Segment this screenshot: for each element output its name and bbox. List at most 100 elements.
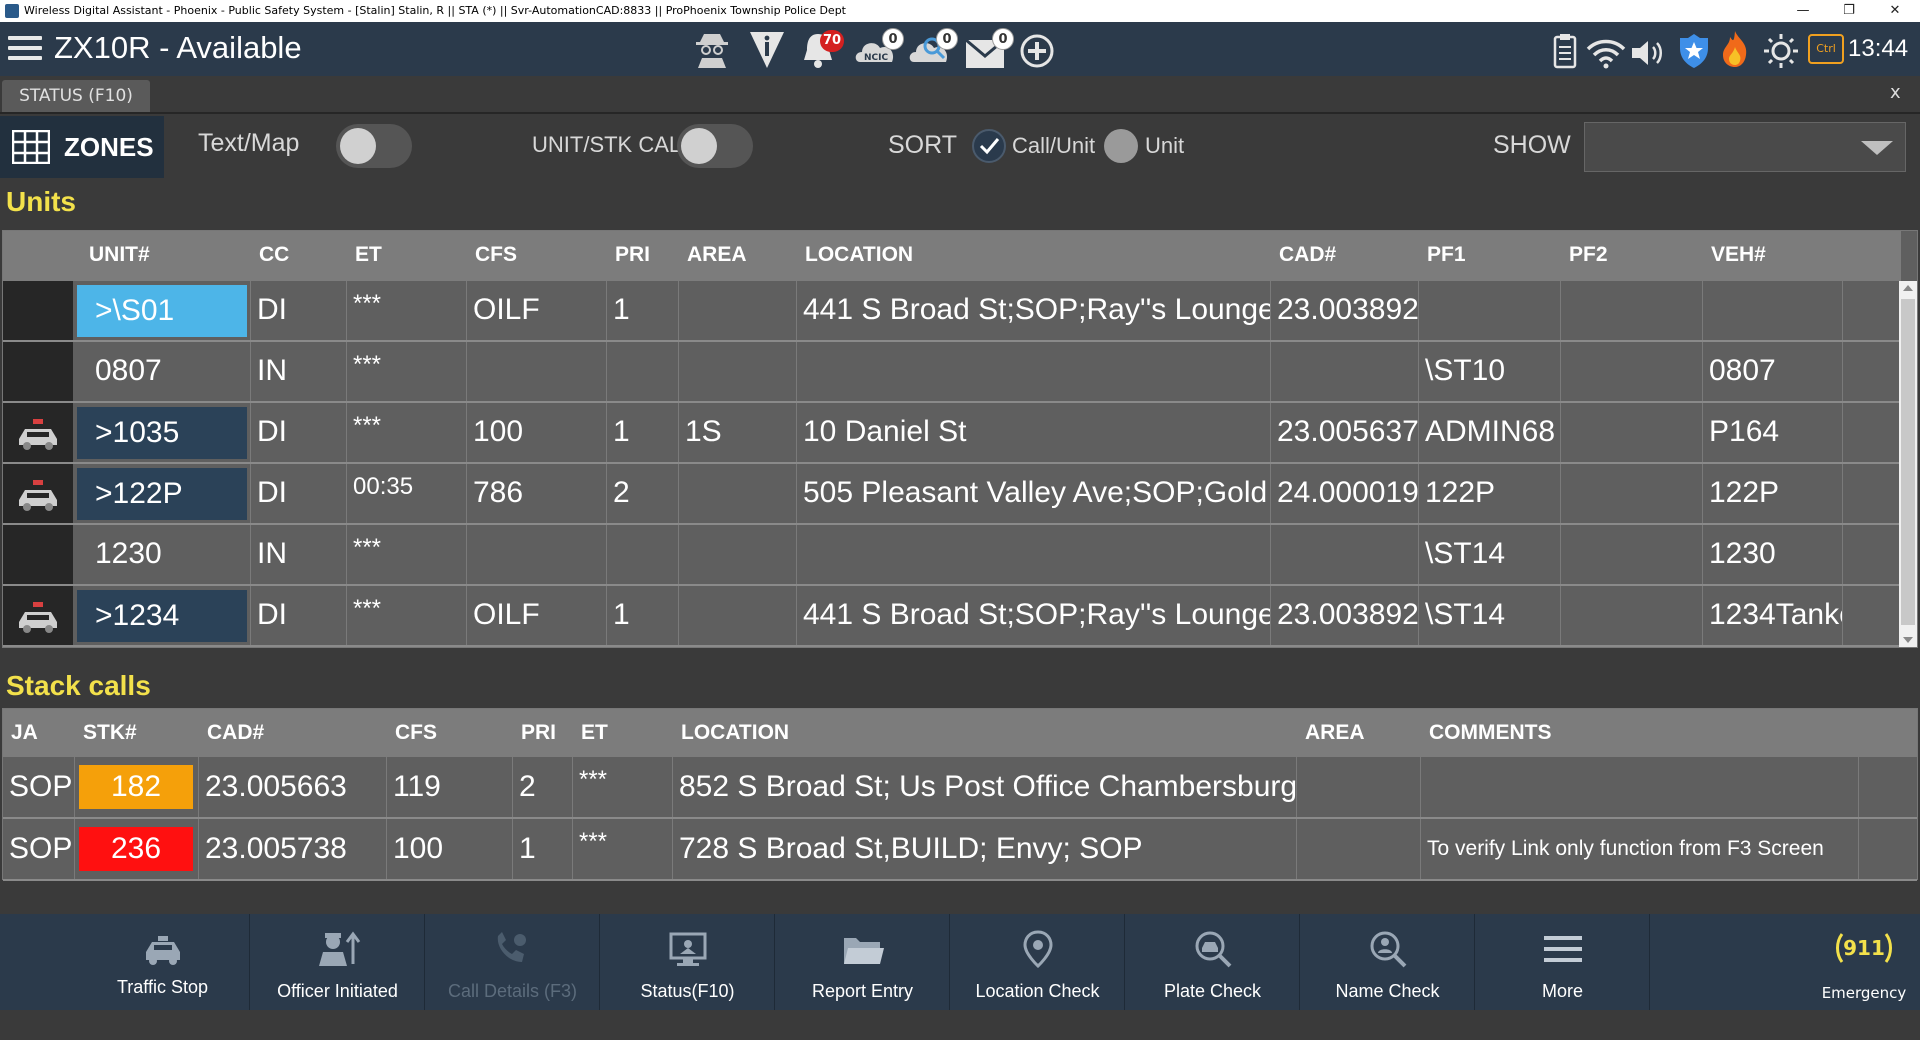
- investigator-icon[interactable]: [692, 28, 732, 70]
- messages[interactable]: 0: [962, 28, 1014, 72]
- stack-col-cad[interactable]: CAD#: [199, 709, 387, 757]
- unit-stk-call-toggle[interactable]: [677, 124, 753, 168]
- info-triangle-icon[interactable]: [746, 28, 788, 70]
- zones-button[interactable]: ZONES: [0, 116, 164, 178]
- clipboard-icon[interactable]: [1552, 30, 1578, 72]
- police-badge-icon[interactable]: [1676, 30, 1712, 72]
- et-cell: ***: [347, 525, 467, 584]
- unit-row[interactable]: >122P DI 00:35 786 2 505 Pleasant Valley Ave;…: [3, 464, 1899, 525]
- units-col-pf2[interactable]: PF2: [1561, 231, 1703, 281]
- stack-col-location[interactable]: LOCATION: [673, 709, 1297, 757]
- traffic-stop-button[interactable]: Traffic Stop: [76, 914, 250, 1010]
- brightness-icon[interactable]: [1762, 30, 1800, 72]
- units-col-cad[interactable]: CAD#: [1271, 231, 1419, 281]
- scroll-down-icon[interactable]: [1903, 637, 1913, 643]
- stack-col-ja[interactable]: JA: [3, 709, 75, 757]
- fire-icon[interactable]: [1718, 28, 1752, 70]
- person-search-icon: [1370, 931, 1406, 968]
- stack-col-cfs[interactable]: CFS: [387, 709, 513, 757]
- pri-cell: 2: [607, 464, 679, 523]
- plate-check-button[interactable]: Plate Check: [1126, 914, 1300, 1010]
- name-check-button[interactable]: Name Check: [1301, 914, 1475, 1010]
- units-col-pf1[interactable]: PF1: [1419, 231, 1561, 281]
- unit-cell[interactable]: >\S01: [75, 281, 251, 340]
- stack-number-badge[interactable]: 236: [79, 827, 193, 871]
- location-pin-icon: [1022, 930, 1053, 969]
- scroll-thumb[interactable]: [1901, 299, 1915, 625]
- close-window-button[interactable]: ✕: [1872, 0, 1918, 22]
- pri-cell: 1: [513, 819, 573, 879]
- et-cell: ***: [347, 342, 467, 401]
- restore-button[interactable]: ❐: [1826, 0, 1872, 22]
- unit-id-pill[interactable]: >1234: [77, 590, 247, 642]
- stack-call-row[interactable]: SOP 236 23.005738 100 1 *** 728 S Broad St,BUI…: [3, 819, 1917, 881]
- cc-cell: DI: [251, 403, 347, 462]
- cad-cell: 23.005637: [1271, 403, 1419, 462]
- stack-col-area[interactable]: AREA: [1297, 709, 1421, 757]
- unit-status-title: ZX10R - Available: [54, 30, 302, 65]
- textmap-toggle[interactable]: [336, 124, 412, 168]
- units-col-unit[interactable]: UNIT#: [75, 231, 251, 281]
- stack-col-pri[interactable]: PRI: [513, 709, 573, 757]
- cfs-cell: 119: [387, 757, 513, 817]
- sort-unit-radio[interactable]: [1104, 129, 1138, 163]
- unit-cell[interactable]: 1230: [75, 525, 251, 584]
- unit-row[interactable]: 0807 IN *** \ST10 0807: [3, 342, 1899, 403]
- action-label: Call Details (F3): [447, 981, 578, 1001]
- report-entry-button[interactable]: Report Entry: [776, 914, 950, 1010]
- stack-col-stk[interactable]: STK#: [75, 709, 199, 757]
- units-col-pri[interactable]: PRI: [607, 231, 679, 281]
- unit-cell[interactable]: >1035: [75, 403, 251, 462]
- cad-cell: 24.000019: [1271, 464, 1419, 523]
- units-col-location[interactable]: LOCATION: [797, 231, 1271, 281]
- sort-callunit-label[interactable]: Call/Unit: [1012, 133, 1095, 159]
- hamburger-menu-icon[interactable]: [8, 36, 42, 62]
- minimize-button[interactable]: —: [1780, 0, 1826, 22]
- sort-callunit-radio[interactable]: [972, 129, 1006, 163]
- officer-initiated-button[interactable]: Officer Initiated: [251, 914, 425, 1010]
- volume-icon[interactable]: [1630, 32, 1666, 74]
- more-button[interactable]: More: [1476, 914, 1650, 1010]
- unit-row[interactable]: >1035 DI *** 100 1 1S 10 Daniel St 23.005637 ADM…: [3, 403, 1899, 464]
- unit-row[interactable]: 1230 IN *** \ST14 1230: [3, 525, 1899, 586]
- stack-number-badge[interactable]: 182: [79, 765, 193, 809]
- unit-row[interactable]: >1234 DI *** OILF 1 441 S Broad St;SOP;Ray''s…: [3, 586, 1899, 647]
- tab-status[interactable]: STATUS (F10): [2, 80, 150, 112]
- unit-id-pill[interactable]: >122P: [77, 468, 247, 520]
- svg-text:911: 911: [1843, 936, 1885, 960]
- ncic-search[interactable]: 0: [906, 28, 958, 72]
- sort-unit-label[interactable]: Unit: [1145, 133, 1184, 159]
- units-col-cc[interactable]: CC: [251, 231, 347, 281]
- status-f10-button[interactable]: Status(F10): [601, 914, 775, 1010]
- units-col-veh[interactable]: VEH#: [1703, 231, 1843, 281]
- call-details-icon: [497, 932, 526, 962]
- scroll-up-icon[interactable]: [1903, 285, 1913, 291]
- units-scrollbar[interactable]: [1899, 281, 1917, 647]
- stack-col-et[interactable]: ET: [573, 709, 673, 757]
- unit-cell[interactable]: 0807: [75, 342, 251, 401]
- cad-cell: 23.005738: [199, 819, 387, 879]
- cad-cell: 23.003892: [1271, 281, 1419, 340]
- units-col-cfs[interactable]: CFS: [467, 231, 607, 281]
- unit-id-pill[interactable]: >1035: [77, 407, 247, 459]
- units-col-et[interactable]: ET: [347, 231, 467, 281]
- unit-row[interactable]: >\S01 DI *** OILF 1 441 S Broad St;SOP;Ray''s…: [3, 281, 1899, 342]
- location-check-button[interactable]: Location Check: [951, 914, 1125, 1010]
- unit-cell[interactable]: >1234: [75, 586, 251, 645]
- emergency-button[interactable]: 911 Emergency: [1808, 914, 1920, 1010]
- ncic-query[interactable]: NCIC 0: [852, 28, 904, 72]
- unit-id-pill[interactable]: >\S01: [77, 285, 247, 337]
- et-cell: ***: [347, 586, 467, 645]
- location-cell: 441 S Broad St;SOP;Ray''s Lounge;SOP: [797, 281, 1271, 340]
- alerts-bell[interactable]: 70: [798, 28, 846, 72]
- pri-cell: 1: [607, 586, 679, 645]
- units-col-area[interactable]: AREA: [679, 231, 797, 281]
- close-tab-button[interactable]: x: [1890, 82, 1901, 103]
- show-dropdown[interactable]: [1584, 122, 1906, 172]
- call-details-f3-button[interactable]: Call Details (F3): [426, 914, 600, 1010]
- stack-col-comments[interactable]: COMMENTS: [1421, 709, 1859, 757]
- add-circle-icon[interactable]: [1018, 30, 1056, 72]
- unit-cell[interactable]: >122P: [75, 464, 251, 523]
- stack-call-row[interactable]: SOP 182 23.005663 119 2 *** 852 S Broad St; Us…: [3, 757, 1917, 819]
- ctrl-key-indicator[interactable]: Ctrl: [1808, 34, 1844, 64]
